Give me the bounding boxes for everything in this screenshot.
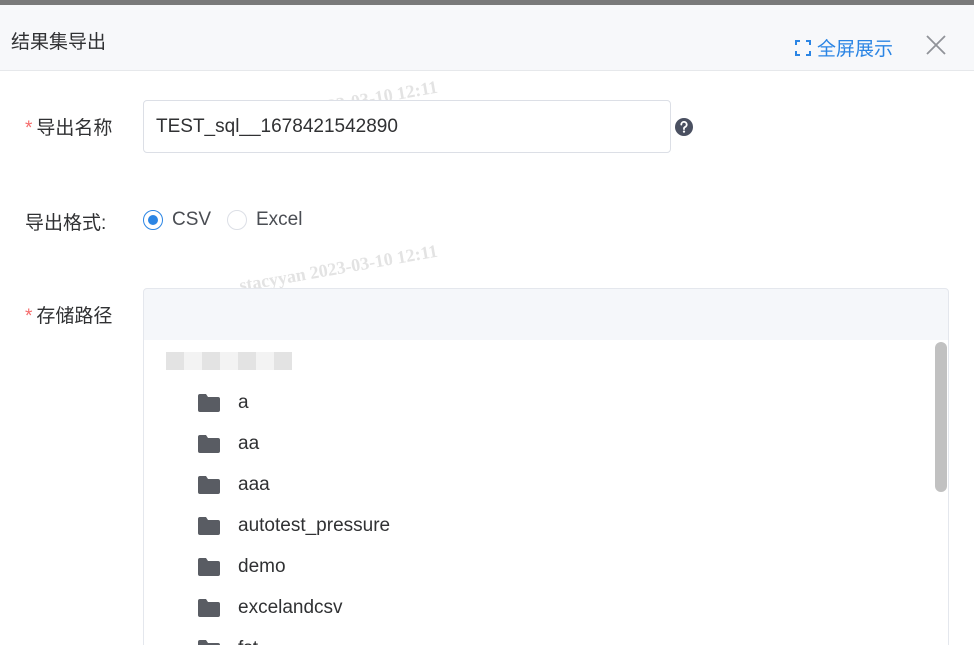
dialog-header: 结果集导出 全屏展示 [0, 5, 974, 71]
folder-icon [198, 517, 220, 535]
folder-label: demo [238, 556, 286, 577]
tree-folder-item[interactable]: aaa [198, 474, 270, 496]
fullscreen-label: 全屏展示 [817, 39, 894, 60]
folder-label: excelandcsv [238, 597, 343, 618]
folder-label: a [238, 392, 249, 413]
tree-folder-item[interactable]: a [198, 392, 249, 414]
export-name-label-text: 导出名称 [36, 118, 113, 139]
radio-excel-circle [227, 210, 247, 230]
folder-label: aaa [238, 474, 270, 495]
tree-folder-item[interactable]: fst [198, 638, 258, 645]
export-format-label: 导出格式: [25, 213, 107, 234]
fullscreen-button[interactable]: 全屏展示 [795, 34, 893, 61]
tree-folder-item[interactable]: demo [198, 556, 286, 578]
folder-icon [198, 435, 220, 453]
radio-excel-label: Excel [256, 209, 303, 230]
folder-label: autotest_pressure [238, 515, 391, 536]
radio-csv-label: CSV [172, 209, 212, 230]
folder-icon [198, 599, 220, 617]
tree-scrollbar[interactable] [934, 340, 948, 645]
storage-path-label: * 存储路径 [25, 301, 112, 328]
folder-label: fst [238, 638, 258, 645]
folder-tree: a aa aaa autotest_pressure demo exceland… [143, 340, 949, 645]
folder-label: aa [238, 433, 260, 454]
required-mark: * [25, 306, 33, 327]
close-icon[interactable] [924, 33, 948, 57]
export-name-label: * 导出名称 [25, 113, 112, 140]
storage-path-input[interactable] [143, 288, 949, 341]
radio-excel[interactable]: Excel [227, 209, 302, 231]
storage-path-label-text: 存储路径 [36, 306, 113, 327]
fullscreen-icon [795, 39, 811, 56]
folder-icon [198, 476, 220, 494]
tree-folder-item[interactable]: excelandcsv [198, 597, 343, 619]
radio-csv-circle [143, 210, 163, 230]
folder-icon [198, 640, 220, 645]
tree-folder-item[interactable]: autotest_pressure [198, 515, 390, 537]
tree-root-node[interactable] [166, 352, 292, 370]
scrollbar-thumb[interactable] [935, 342, 947, 492]
folder-icon [198, 394, 220, 412]
folder-icon [198, 558, 220, 576]
dialog-title: 结果集导出 [11, 32, 107, 53]
help-icon[interactable] [674, 117, 694, 137]
export-name-input[interactable]: TEST_sql__1678421542890 [143, 100, 671, 153]
tree-folder-item[interactable]: aa [198, 433, 259, 455]
required-mark: * [25, 118, 33, 139]
radio-csv[interactable]: CSV [143, 209, 211, 231]
